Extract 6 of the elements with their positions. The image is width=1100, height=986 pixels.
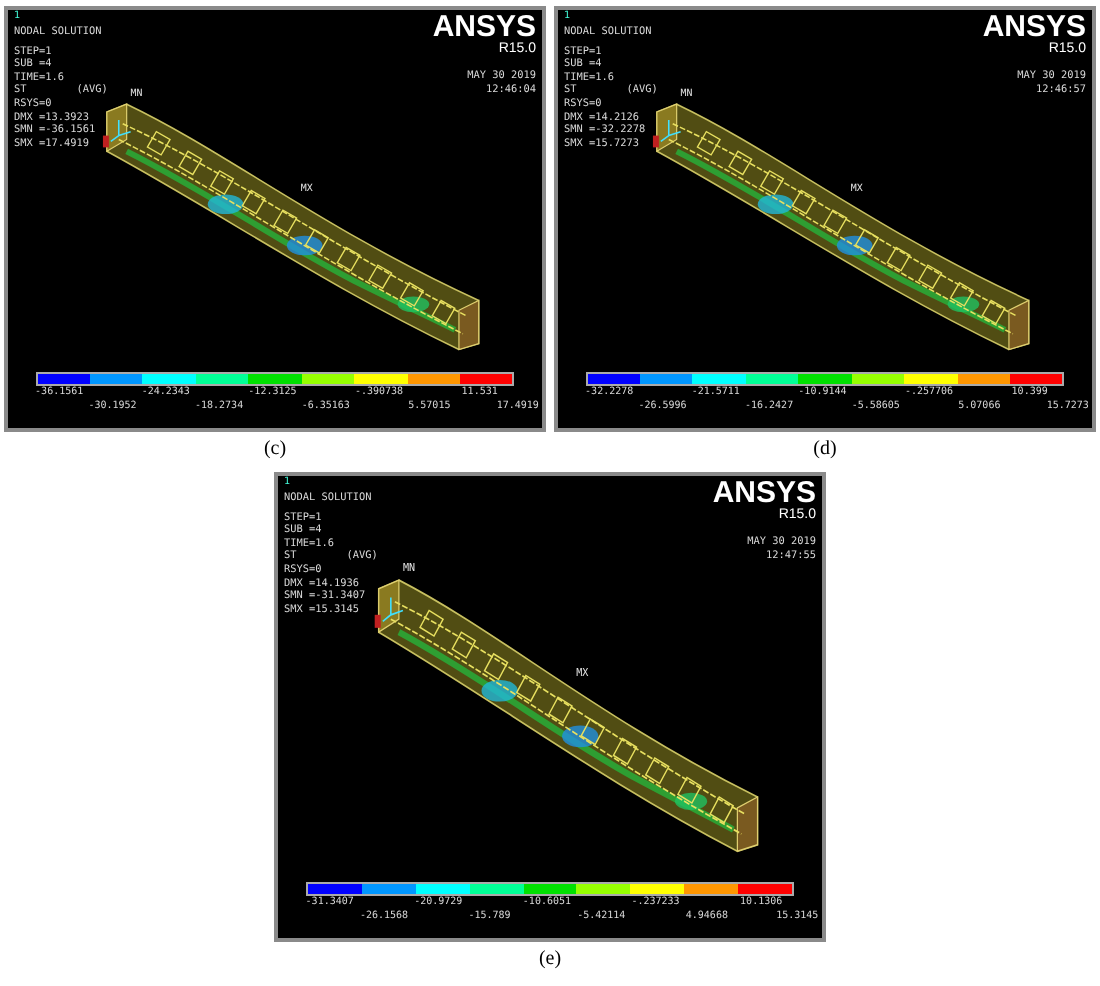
brand-logo: ANSYS bbox=[432, 12, 536, 42]
figure-caption: (d) bbox=[813, 438, 837, 460]
figure-caption: (c) bbox=[263, 438, 287, 460]
brand-logo: ANSYS bbox=[712, 478, 816, 508]
figure-caption: (e) bbox=[538, 948, 562, 970]
brand-logo: ANSYS bbox=[982, 12, 1086, 42]
